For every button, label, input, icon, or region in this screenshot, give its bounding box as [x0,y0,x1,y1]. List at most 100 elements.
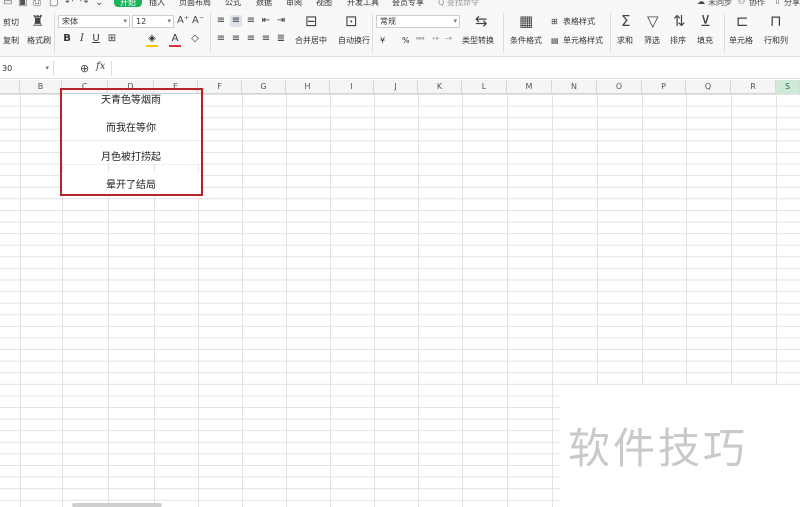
justify-icon[interactable]: ≡ [260,33,272,45]
new-file-icon[interactable]: ▭ [3,0,12,8]
menu-item-formulas[interactable]: 公式 [225,0,241,8]
undo-icon[interactable]: ↶ [65,0,73,8]
column-header-b[interactable]: B [20,80,62,94]
remove-decimal-icon[interactable]: ⁻⁰ [445,35,452,45]
column-header-o[interactable]: O [597,80,642,94]
border-icon[interactable]: ⊞ [106,33,118,45]
font-size-select[interactable]: 12 ▾ [132,15,174,28]
column-header-i[interactable]: I [330,80,374,94]
conditional-format-button[interactable]: 条件格式 [510,36,542,46]
ribbon-divider [724,13,725,53]
sync-icon[interactable]: ☁ [697,0,705,6]
font-name-select[interactable]: 宋体 ▾ [58,15,130,28]
percent-button[interactable]: % [402,36,410,46]
filter-icon: ▽ [647,12,659,30]
align-middle-icon[interactable]: ≡ [230,15,242,27]
align-bottom-icon[interactable]: ≡ [245,15,257,27]
column-header-q[interactable]: Q [686,80,731,94]
menu-item-insert[interactable]: 插入 [149,0,165,8]
formula-input[interactable] [116,61,796,76]
quick-access-dropdown-icon[interactable]: ⌄ [95,0,103,8]
preview-icon[interactable]: ▢ [49,0,58,8]
distributed-align-icon[interactable]: ≣ [275,33,287,45]
chevron-down-icon: ▾ [123,17,127,25]
chevron-down-icon: ▾ [45,64,49,72]
redo-icon[interactable]: ↷ [80,0,88,8]
grid-line [20,94,21,507]
cut-button[interactable]: 剪切 [3,18,19,28]
insert-function-icon[interactable]: fx [96,61,105,72]
italic-button[interactable]: I [76,33,88,45]
column-header-h[interactable]: H [286,80,330,94]
table-style-button[interactable]: 表格样式 [563,17,595,27]
increase-decimal-icon[interactable]: ⁰⁰⁰ [416,35,424,45]
align-right-icon[interactable]: ≡ [245,33,257,45]
cell-button[interactable]: 单元格 [729,36,753,46]
collaborate-button[interactable]: 协作 [749,0,765,8]
fill-button[interactable]: 填充 [697,36,713,46]
save-icon[interactable]: ▣ [18,0,27,8]
merge-center-button[interactable]: 合并居中 [295,36,327,46]
menu-item-view[interactable]: 视图 [316,0,332,8]
table-style-icon: ⊞ [551,17,558,26]
number-format-value: 常规 [380,17,396,26]
decrease-font-icon[interactable]: A⁻ [192,15,204,27]
search-zoom-icon[interactable]: ⊕ [80,62,89,75]
column-header-s[interactable]: S [776,80,800,94]
row-column-button[interactable]: 行和列 [764,36,788,46]
indent-increase-icon[interactable]: ⇥ [275,15,287,27]
name-box[interactable]: 30 ▾ [0,61,54,76]
conditional-format-icon: ▦ [519,12,534,30]
align-center-icon[interactable]: ≡ [230,33,242,45]
column-header-k[interactable]: K [418,80,462,94]
indent-decrease-icon[interactable]: ⇤ [260,15,272,27]
column-header-n[interactable]: N [552,80,597,94]
column-header-m[interactable]: M [507,80,552,94]
type-convert-button[interactable]: 类型转换 [462,36,494,46]
column-header-g[interactable]: G [242,80,286,94]
menu-item-page-layout[interactable]: 页面布局 [179,0,211,8]
underline-button[interactable]: U [90,33,102,45]
chevron-down-icon: ▾ [453,17,457,25]
column-header-j[interactable]: J [374,80,418,94]
sum-button[interactable]: 求和 [617,36,633,46]
clear-format-icon[interactable]: ◇ [189,33,201,45]
collaborate-icon[interactable]: ⚇ [738,0,745,6]
filter-button[interactable]: 筛选 [644,36,660,46]
number-format-select[interactable]: 常规 ▾ [376,15,460,28]
column-header-p[interactable]: P [642,80,686,94]
copy-button[interactable]: 复制 [3,36,19,46]
menu-bar: ▭ ▣ ⎙ ▢ ↶ ↷ ⌄ 开始 插入 页面布局 公式 数据 审阅 视图 开发工… [0,0,800,9]
format-painter-button[interactable]: 格式刷 [27,36,51,46]
share-icon[interactable]: ⇧ [774,0,781,6]
command-search[interactable]: Q 查找命令 [438,0,479,8]
font-color-icon[interactable]: A [169,33,181,47]
align-top-icon[interactable]: ≡ [215,15,227,27]
print-icon[interactable]: ⎙ [33,0,41,8]
sort-button[interactable]: 排序 [670,36,686,46]
column-header-r[interactable]: R [731,80,776,94]
grid-line [242,94,243,507]
column-header-l[interactable]: L [462,80,507,94]
menu-item-review[interactable]: 审阅 [286,0,302,8]
sync-status[interactable]: 未同步 [708,0,732,8]
cell-style-button[interactable]: 单元格样式 [563,36,603,46]
wrap-text-button[interactable]: 自动换行 [338,36,370,46]
menu-item-home[interactable]: 开始 [114,0,142,7]
horizontal-scrollbar[interactable] [72,503,162,507]
bold-button[interactable]: B [61,33,73,45]
fill-color-icon[interactable]: ◈ [146,33,158,47]
column-header-f[interactable]: F [198,80,242,94]
increase-font-icon[interactable]: A⁺ [177,15,189,27]
wrap-text-icon: ⊡ [345,12,358,30]
font-size-value: 12 [136,17,147,26]
currency-button[interactable]: ¥ [380,36,385,46]
share-button[interactable]: 分享 [784,0,800,8]
menu-item-developer[interactable]: 开发工具 [347,0,379,8]
menu-item-member[interactable]: 会员专享 [392,0,424,8]
type-convert-icon: ⇆ [475,12,488,30]
menu-item-data[interactable]: 数据 [256,0,272,8]
add-decimal-icon[interactable]: ⁺⁰ [432,35,439,45]
align-left-icon[interactable]: ≡ [215,33,227,45]
column-header-partial[interactable] [0,80,20,94]
